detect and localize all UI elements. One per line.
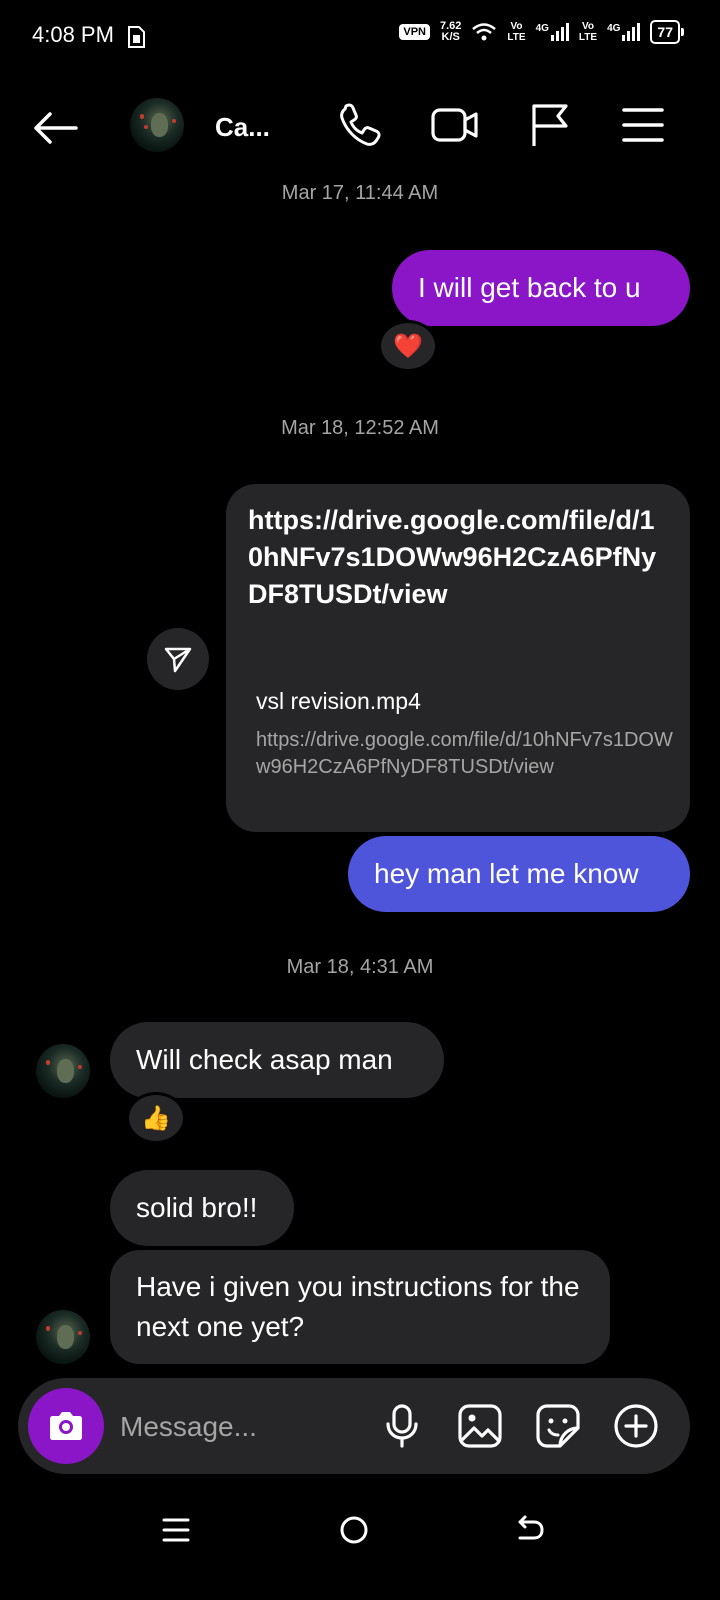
plus-icon[interactable] — [612, 1402, 660, 1450]
sim1-volte: Vo LTE — [507, 21, 526, 43]
message-composer — [18, 1378, 690, 1474]
contact-avatar[interactable] — [130, 98, 184, 152]
status-bar: 4:08 PM VPN 7.62 K/S Vo LTE 4G Vo LTE 4G — [0, 0, 720, 72]
timestamp: Mar 17, 11:44 AM — [281, 182, 439, 204]
sim1-signal: 4G — [536, 23, 569, 41]
timestamp: Mar 18, 4:31 AM — [286, 956, 434, 978]
flag-icon[interactable] — [524, 100, 574, 150]
sent-message[interactable]: hey man let me know — [348, 836, 690, 912]
camera-button[interactable] — [28, 1388, 104, 1464]
back-arrow-icon[interactable] — [30, 108, 80, 148]
received-message[interactable]: Will check asap man — [110, 1022, 444, 1098]
timestamp: Mar 18, 12:52 AM — [281, 417, 439, 439]
contact-avatar[interactable] — [36, 1310, 90, 1364]
home-icon[interactable] — [336, 1512, 372, 1548]
sim2-signal: 4G — [607, 23, 641, 41]
network-speed: 7.62 K/S — [440, 20, 462, 43]
system-nav-bar — [0, 1490, 720, 1600]
link-preview-url: https://drive.google.com/file/d/10hNFv7s… — [256, 729, 673, 778]
status-indicators: VPN 7.62 K/S Vo LTE 4G Vo LTE 4G 77 — [399, 20, 684, 44]
phone-icon[interactable] — [336, 100, 386, 150]
menu-icon[interactable] — [618, 100, 668, 150]
link-preview-title: vsl revision.mp4 — [256, 688, 421, 714]
received-message[interactable]: Have i given you instructions for the ne… — [110, 1250, 610, 1364]
sent-message[interactable]: I will get back to u — [392, 250, 690, 326]
back-nav-icon[interactable] — [512, 1512, 548, 1548]
camera-icon — [50, 1412, 82, 1440]
battery-indicator: 77 — [650, 20, 684, 44]
vpn-badge: VPN — [399, 24, 430, 40]
received-message[interactable]: solid bro!! — [110, 1170, 294, 1246]
message-input[interactable] — [118, 1404, 372, 1450]
chat-header: Ca... — [0, 90, 720, 170]
contact-avatar[interactable] — [36, 1044, 90, 1098]
share-button[interactable] — [147, 628, 209, 690]
heart-reaction[interactable]: ❤️ — [378, 320, 438, 372]
wifi-icon — [472, 23, 497, 41]
recent-apps-icon[interactable] — [160, 1512, 192, 1548]
sim-card-icon — [128, 26, 145, 48]
thumbs-up-reaction[interactable]: 👍 — [126, 1092, 186, 1144]
video-icon[interactable] — [430, 100, 480, 150]
gallery-icon[interactable] — [456, 1402, 504, 1450]
clock: 4:08 PM — [32, 22, 114, 47]
microphone-icon[interactable] — [378, 1402, 426, 1450]
sim2-volte: Vo LTE — [578, 21, 598, 43]
send-icon — [164, 647, 192, 673]
contact-name[interactable]: Ca... — [215, 112, 270, 143]
link-text[interactable]: https://drive.google.com/file/d/10hNFv7s… — [248, 502, 668, 613]
sticker-icon[interactable] — [534, 1402, 582, 1450]
